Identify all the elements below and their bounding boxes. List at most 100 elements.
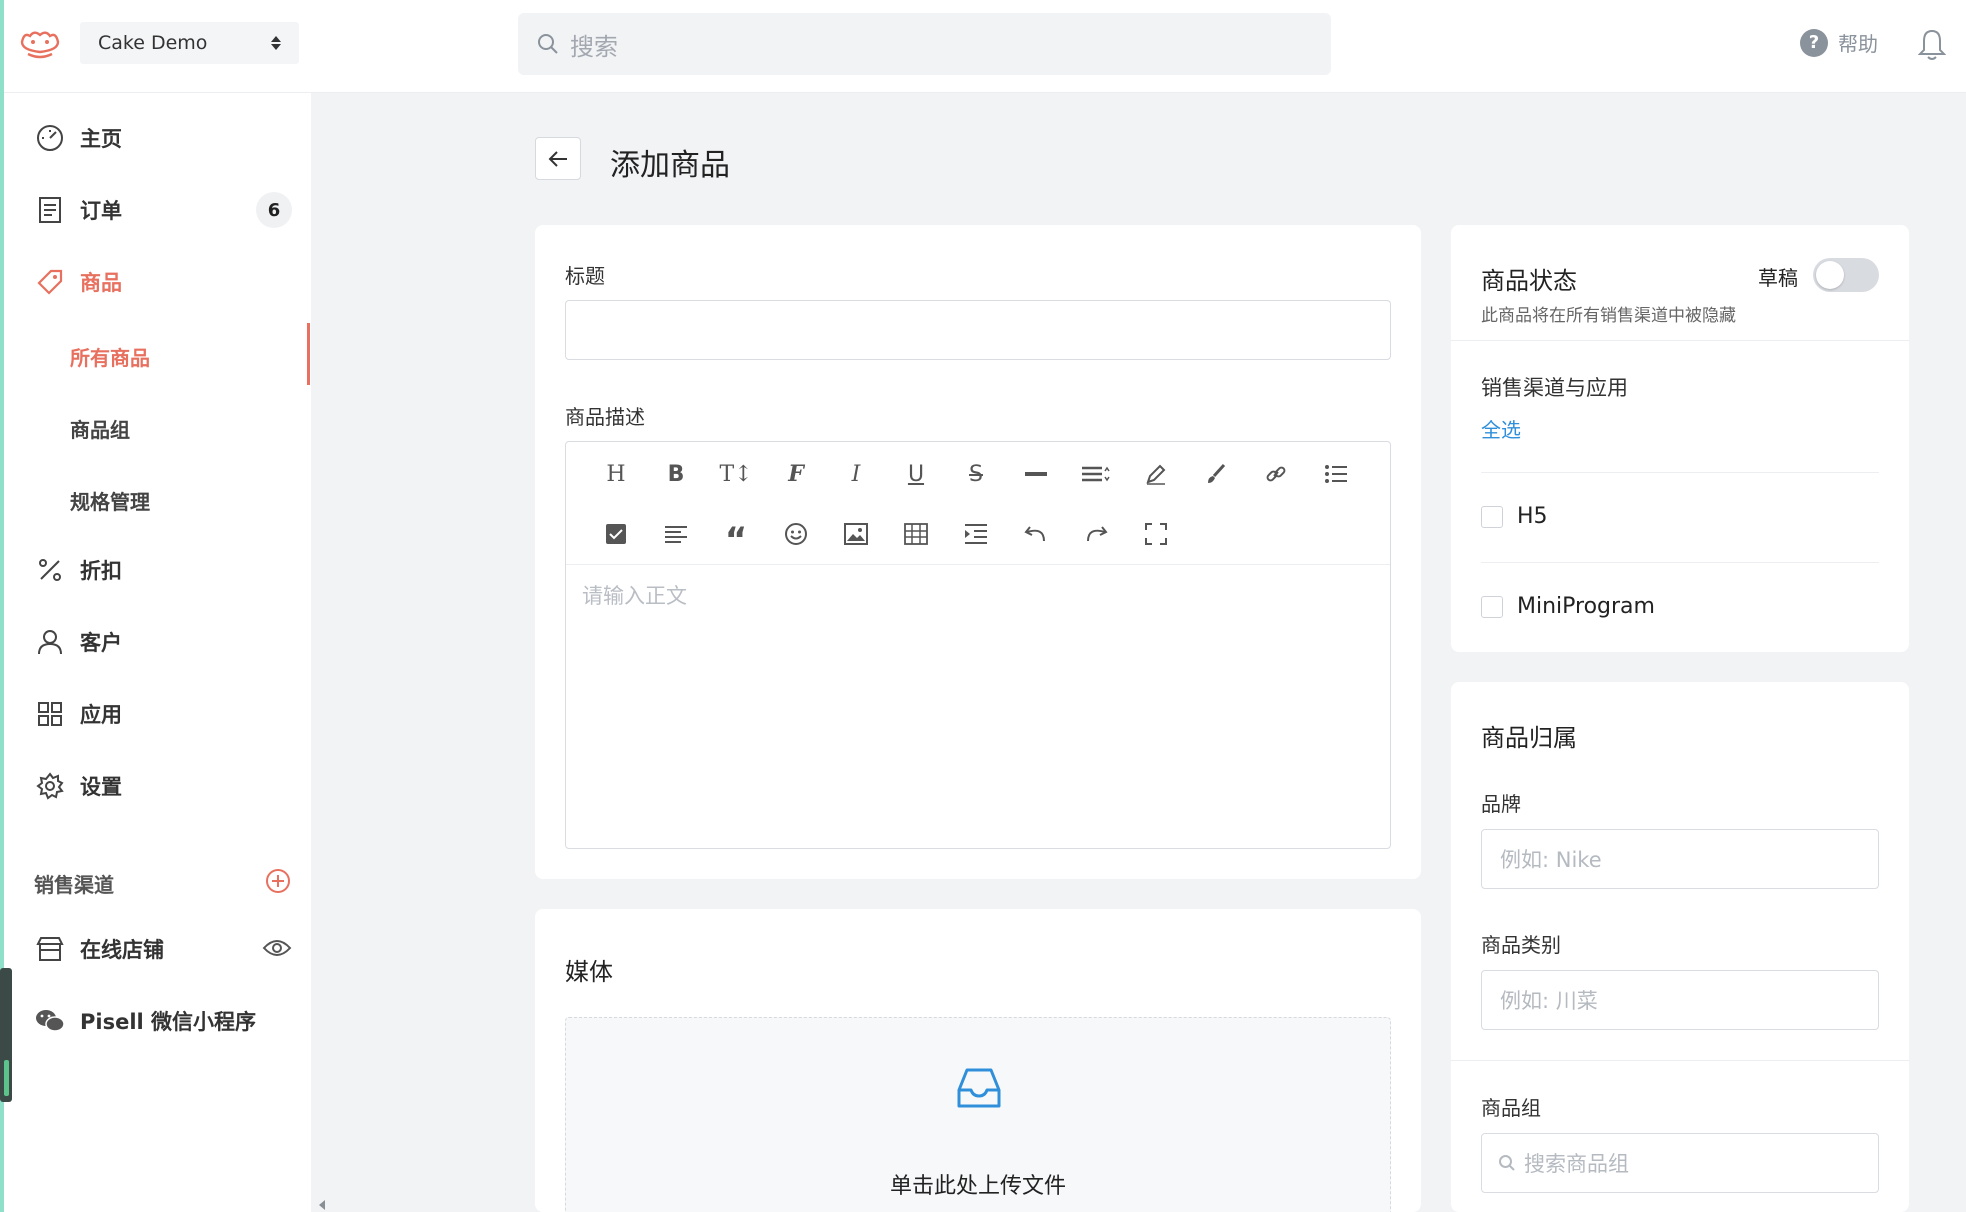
description-label: 商品描述 xyxy=(565,405,645,429)
horizontal-rule-icon[interactable] xyxy=(1006,454,1066,494)
back-button[interactable] xyxy=(535,137,581,180)
top-header: Cake Demo 搜索 ? 帮助 xyxy=(0,0,1966,93)
category-input[interactable]: 例如: 川菜 xyxy=(1481,970,1879,1030)
tag-icon xyxy=(34,266,66,298)
quote-icon[interactable]: “ xyxy=(706,514,766,560)
checkbox-label: MiniProgram xyxy=(1517,594,1655,619)
underline-icon[interactable]: U xyxy=(886,454,946,494)
image-icon[interactable] xyxy=(826,514,886,554)
italic-icon[interactable]: I xyxy=(826,454,886,494)
font-family-icon[interactable]: F xyxy=(766,454,826,494)
sidebar-item-products[interactable]: 商品 xyxy=(34,262,294,302)
sidebar-item-orders[interactable]: 订单 xyxy=(34,190,294,230)
sidebar-subitem-spec-management[interactable]: 规格管理 xyxy=(70,486,150,515)
grid-icon xyxy=(34,698,66,730)
product-group-placeholder: 搜索商品组 xyxy=(1524,1152,1629,1176)
upload-dropzone[interactable]: 单击此处上传文件 xyxy=(565,1017,1391,1212)
active-indicator xyxy=(307,323,310,385)
redo-icon[interactable] xyxy=(1066,514,1126,554)
undo-icon[interactable] xyxy=(1006,514,1066,554)
draft-toggle[interactable] xyxy=(1813,258,1879,292)
store-switcher[interactable]: Cake Demo xyxy=(80,22,299,64)
sidebar-item-label: 商品 xyxy=(80,271,122,295)
fullscreen-icon[interactable] xyxy=(1126,514,1186,554)
title-input[interactable] xyxy=(565,300,1391,360)
sidebar-channel-online-store[interactable]: 在线店铺 xyxy=(34,929,294,969)
sidebar-item-apps[interactable]: 应用 xyxy=(34,694,294,734)
align-left-icon[interactable] xyxy=(646,514,706,554)
editor-toolbar-row-1: H B T↕ F I U S xyxy=(586,454,1366,494)
help-label: 帮助 xyxy=(1838,32,1878,56)
product-status-title: 商品状态 xyxy=(1481,267,1577,295)
user-icon xyxy=(34,626,66,658)
divider xyxy=(1481,472,1879,473)
product-group-search-input[interactable]: 搜索商品组 xyxy=(1481,1133,1879,1193)
eye-icon[interactable] xyxy=(262,937,292,959)
sidebar-item-customers[interactable]: 客户 xyxy=(34,622,294,662)
sidebar-subitem-product-groups[interactable]: 商品组 xyxy=(70,414,130,443)
help-icon: ? xyxy=(1800,28,1828,57)
highlight-pen-icon[interactable] xyxy=(1126,454,1186,494)
font-size-icon[interactable]: T↕ xyxy=(706,454,766,494)
category-label: 商品类别 xyxy=(1481,933,1561,957)
sales-channels-heading: 销售渠道 xyxy=(34,873,114,897)
sidebar-item-label: 客户 xyxy=(80,631,122,655)
title-label: 标题 xyxy=(565,264,605,288)
channel-checkbox-h5[interactable]: H5 xyxy=(1481,504,1548,529)
checkbox[interactable] xyxy=(1481,595,1503,618)
sidebar-item-home[interactable]: 主页 xyxy=(34,118,294,158)
emoji-icon[interactable] xyxy=(766,514,826,554)
divider xyxy=(1451,340,1909,341)
sidebar-item-label: 在线店铺 xyxy=(80,938,164,962)
sidebar-channel-wechat[interactable]: Pisell 微信小程序 xyxy=(34,1001,294,1041)
sales-channels-apps-label: 销售渠道与应用 xyxy=(1481,376,1628,400)
sort-caret-icon xyxy=(271,36,281,50)
bold-icon[interactable]: B xyxy=(646,454,706,494)
gear-icon xyxy=(34,770,66,802)
line-height-icon[interactable] xyxy=(1066,454,1126,494)
sidebar-collapse-arrow-icon[interactable] xyxy=(319,1200,325,1210)
channel-checkbox-miniprogram[interactable]: MiniProgram xyxy=(1481,594,1655,619)
divider xyxy=(1451,1060,1909,1061)
bullet-list-icon[interactable] xyxy=(1306,454,1366,494)
editor-placeholder[interactable]: 请输入正文 xyxy=(582,580,687,610)
inbox-icon xyxy=(957,1068,1001,1108)
product-ownership-title: 商品归属 xyxy=(1481,724,1577,752)
product-status-subtitle: 此商品将在所有销售渠道中被隐藏 xyxy=(1481,306,1736,326)
sidebar-item-discounts[interactable]: 折扣 xyxy=(34,550,294,590)
brand-input-placeholder: 例如: Nike xyxy=(1500,848,1602,872)
sidebar-item-settings[interactable]: 设置 xyxy=(34,766,294,806)
storefront-icon xyxy=(34,933,66,965)
toggle-knob xyxy=(1816,261,1844,289)
brand-logo[interactable] xyxy=(18,28,62,60)
orders-count-badge: 6 xyxy=(256,192,292,228)
strikethrough-icon[interactable]: S xyxy=(946,454,1006,494)
checkbox-label: H5 xyxy=(1517,504,1548,529)
divider xyxy=(1481,562,1879,563)
category-input-placeholder: 例如: 川菜 xyxy=(1500,989,1598,1013)
brand-label: 品牌 xyxy=(1481,792,1521,816)
indent-icon[interactable] xyxy=(946,514,1006,554)
add-circle-icon[interactable] xyxy=(265,868,291,894)
table-icon[interactable] xyxy=(886,514,946,554)
checkbox-icon[interactable] xyxy=(586,514,646,554)
select-all-link[interactable]: 全选 xyxy=(1481,414,1521,443)
draft-label: 草稿 xyxy=(1758,266,1798,290)
search-placeholder: 搜索 xyxy=(570,32,618,61)
store-name: Cake Demo xyxy=(98,32,208,54)
search-bar[interactable]: 搜索 xyxy=(518,13,1331,75)
link-icon[interactable] xyxy=(1246,454,1306,494)
paint-brush-icon[interactable] xyxy=(1186,454,1246,494)
sidebar-item-label: 应用 xyxy=(80,703,122,727)
sidebar-subitem-all-products[interactable]: 所有商品 xyxy=(70,342,150,371)
heading-icon[interactable]: H xyxy=(586,454,646,494)
sidebar-item-label: 主页 xyxy=(80,127,122,151)
resize-handle[interactable] xyxy=(0,968,12,1102)
arrow-left-icon xyxy=(548,150,567,167)
bell-icon[interactable] xyxy=(1918,28,1946,62)
checkbox[interactable] xyxy=(1481,505,1503,528)
upload-text: 单击此处上传文件 xyxy=(889,1174,1066,1199)
rich-text-editor: H B T↕ F I U S “ 请输入正文 xyxy=(565,441,1391,849)
brand-input[interactable]: 例如: Nike xyxy=(1481,829,1879,889)
help-link[interactable]: ? 帮助 xyxy=(1800,28,1878,57)
